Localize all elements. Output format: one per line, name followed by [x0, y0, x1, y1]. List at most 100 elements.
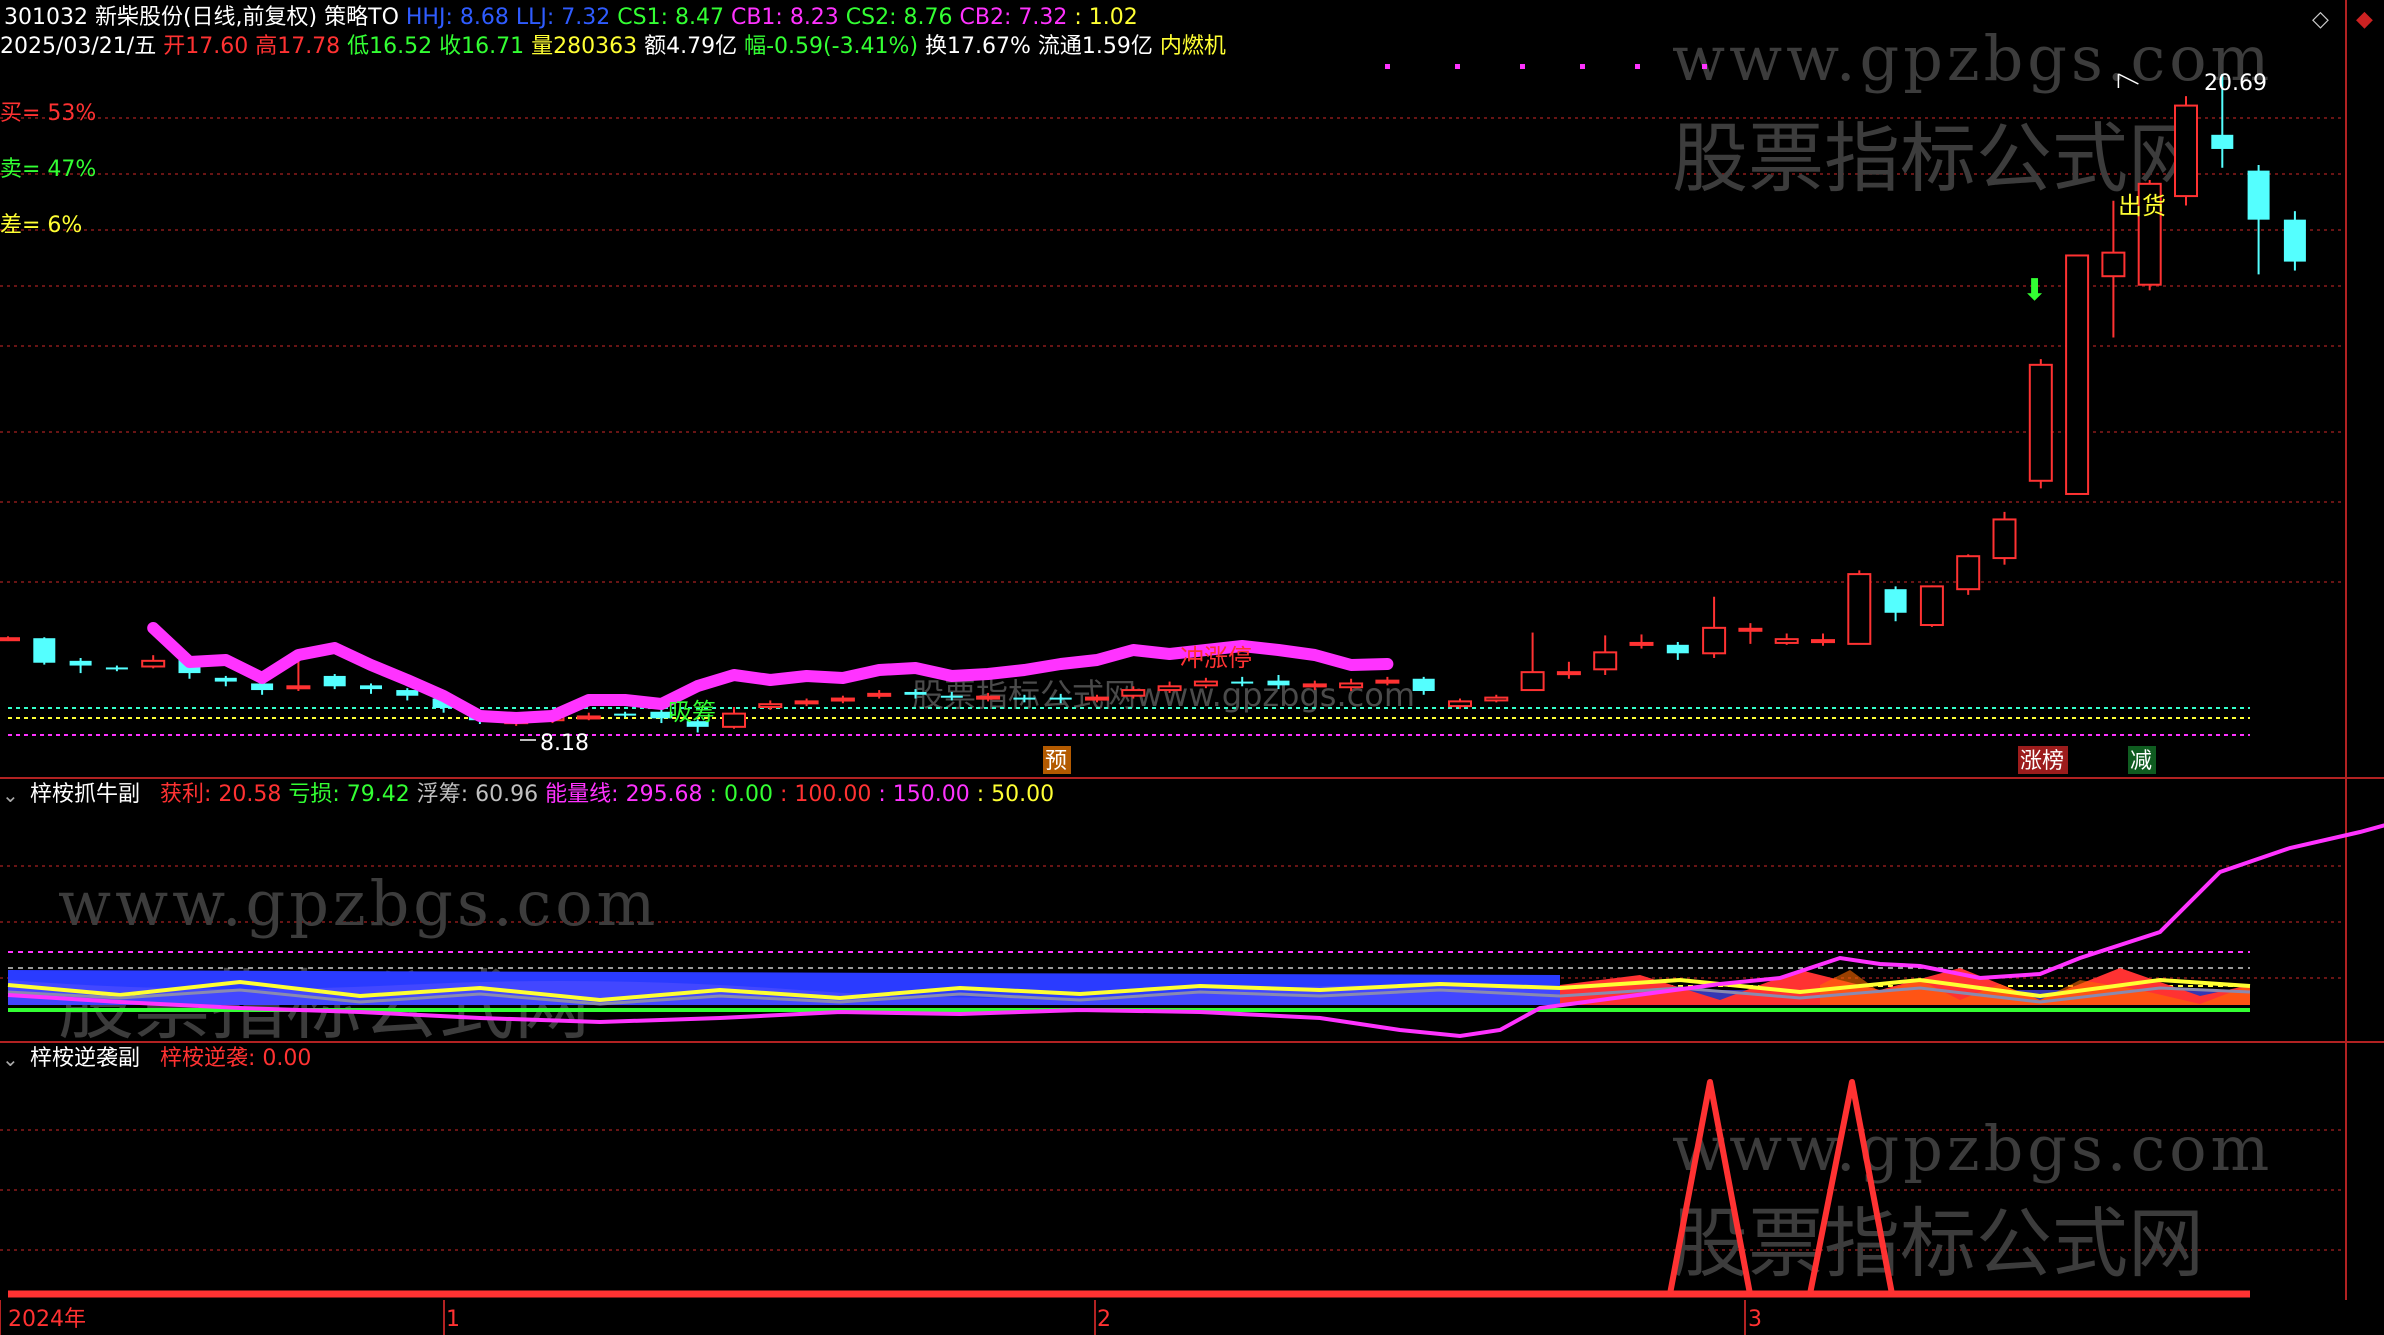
- candle-body: [867, 692, 892, 697]
- candle-body: [2283, 219, 2306, 262]
- candle-body: [1593, 651, 1618, 671]
- header-item: 额4.79亿: [637, 34, 737, 59]
- header-item: 梓桉逆袭: 0.00: [160, 1046, 311, 1071]
- candle-body: [1774, 638, 1799, 644]
- candle: [105, 665, 128, 672]
- left-stat: 买= 53%: [0, 101, 96, 126]
- candle: [2065, 254, 2090, 495]
- header-item: CB2: 7.32: [953, 5, 1068, 30]
- candle: [722, 707, 746, 729]
- panel3-collapse-icon[interactable]: ⌄: [2, 1047, 19, 1071]
- watermark-url-main: www.gpzbgs.com: [1672, 22, 2273, 95]
- candle-body: [360, 685, 382, 690]
- header-item: 低16.52: [340, 34, 432, 59]
- panel2-title: 梓桉抓牛副: [30, 782, 140, 807]
- candle: [1556, 661, 1581, 679]
- candle-body: [614, 713, 637, 716]
- candle-body: [1231, 681, 1254, 684]
- candle-body: [1847, 573, 1872, 645]
- candle-body: [1448, 700, 1472, 708]
- candle: [2283, 211, 2306, 271]
- header-item: 流通1.59亿: [1031, 34, 1153, 59]
- candle-body: [976, 695, 1001, 700]
- candle-body: [0, 637, 20, 642]
- candle: [1919, 585, 1944, 627]
- stock-chart: www.gpzbgs.com 股票指标公式网 www.gpzbgs.com 股票…: [0, 0, 2384, 1335]
- candle-body: [2028, 363, 2053, 482]
- min-price-label: 8.18: [540, 731, 589, 756]
- header-item: 策略TO: [317, 5, 399, 30]
- candle-body: [2174, 104, 2198, 198]
- candle-body: [576, 715, 601, 720]
- candle: [1412, 676, 1435, 695]
- header-item: : 150.00: [871, 782, 969, 807]
- badge-zhangbang-text: 涨榜: [2020, 749, 2064, 774]
- cursor-arrow-icon[interactable]: ◆: [2356, 7, 2373, 32]
- candle: [1811, 633, 1835, 646]
- candle-body: [251, 683, 274, 691]
- signal-chongzhangting-label: 冲涨停: [1180, 644, 1252, 672]
- signal-dot: [1580, 64, 1585, 69]
- panel2-values: 获利: 20.58 亏损: 79.42 浮筹: 60.96 能量线: 295.6…: [160, 782, 1054, 807]
- header-item: CS2: 8.76: [839, 5, 953, 30]
- candle-body: [1992, 518, 2017, 560]
- header-item: 亏损: 79.42: [281, 782, 409, 807]
- candle-body: [1919, 585, 1944, 627]
- signal-chuhuo-label: 出货: [2118, 192, 2166, 220]
- panel2-collapse-icon[interactable]: ⌄: [2, 783, 19, 807]
- left-stats: 买= 53% 卖= 47% 差= 6%: [0, 101, 96, 238]
- left-stat: 差= 6%: [0, 213, 82, 238]
- candle-body: [2211, 134, 2234, 149]
- candle-body: [1738, 627, 1763, 632]
- badge-jian-text: 减: [2130, 749, 2152, 774]
- candle-body: [141, 659, 166, 668]
- candle-body: [286, 685, 311, 690]
- diamond-icon[interactable]: ◇: [2312, 7, 2329, 32]
- candle-body: [214, 677, 237, 682]
- panel2-header: ⌄ 梓桉抓牛副 获利: 20.58 亏损: 79.42 浮筹: 60.96 能量…: [2, 782, 1054, 807]
- candle: [2101, 200, 2126, 338]
- watermark-cn-main: 股票指标公式网: [1672, 114, 2204, 203]
- header-item: 幅-0.59(-3.41%): [737, 34, 918, 59]
- candle: [1992, 511, 2017, 565]
- x-axis-label: 3: [1748, 1307, 1762, 1332]
- candle-body: [105, 667, 128, 670]
- header-item: 换17.67%: [918, 34, 1031, 59]
- candle-body: [1267, 680, 1290, 686]
- candle-body: [1666, 644, 1689, 654]
- candle: [360, 683, 382, 694]
- candle-body: [1520, 671, 1545, 692]
- candle: [1520, 632, 1545, 692]
- header-line1: 301032 新柴股份(日线,前复权) 策略TO HHJ: 8.68 LLJ: …: [4, 5, 1138, 30]
- candle: [1702, 596, 1727, 659]
- candle-body: [1302, 683, 1327, 688]
- badge-jian: 减: [2128, 746, 2156, 774]
- candle: [141, 655, 166, 669]
- candle: [323, 674, 346, 690]
- header-item: 高17.78: [248, 34, 340, 59]
- candle-body: [1484, 696, 1509, 702]
- candle-body: [940, 695, 963, 698]
- panel3-title: 梓桉逆袭副: [30, 1046, 140, 1071]
- x-axis-label: 1: [446, 1307, 460, 1332]
- top-right-controls: ◇ ◆: [2312, 7, 2373, 32]
- max-price-label: 20.69: [2204, 71, 2267, 96]
- candle: [1774, 633, 1799, 645]
- header-item: 能量线: 295.68: [538, 782, 702, 807]
- candle: [1884, 586, 1907, 622]
- header-item: 开17.60: [156, 34, 248, 59]
- candle-body: [1884, 589, 1907, 613]
- candle-body: [396, 690, 419, 696]
- header-item: : 0.00: [703, 782, 773, 807]
- header-item: 量280363: [524, 34, 637, 59]
- candle: [1847, 570, 1872, 645]
- candle-body: [794, 700, 819, 705]
- candle-body: [722, 712, 746, 728]
- signal-dot: [1520, 64, 1525, 69]
- candle: [576, 712, 601, 721]
- signal-xichou-label: 吸筹: [668, 698, 716, 726]
- candle-body: [1121, 689, 1146, 697]
- header-item: 内燃机: [1153, 34, 1226, 59]
- candle: [2247, 164, 2270, 275]
- badge-zhangbang: 涨榜: [2018, 746, 2068, 774]
